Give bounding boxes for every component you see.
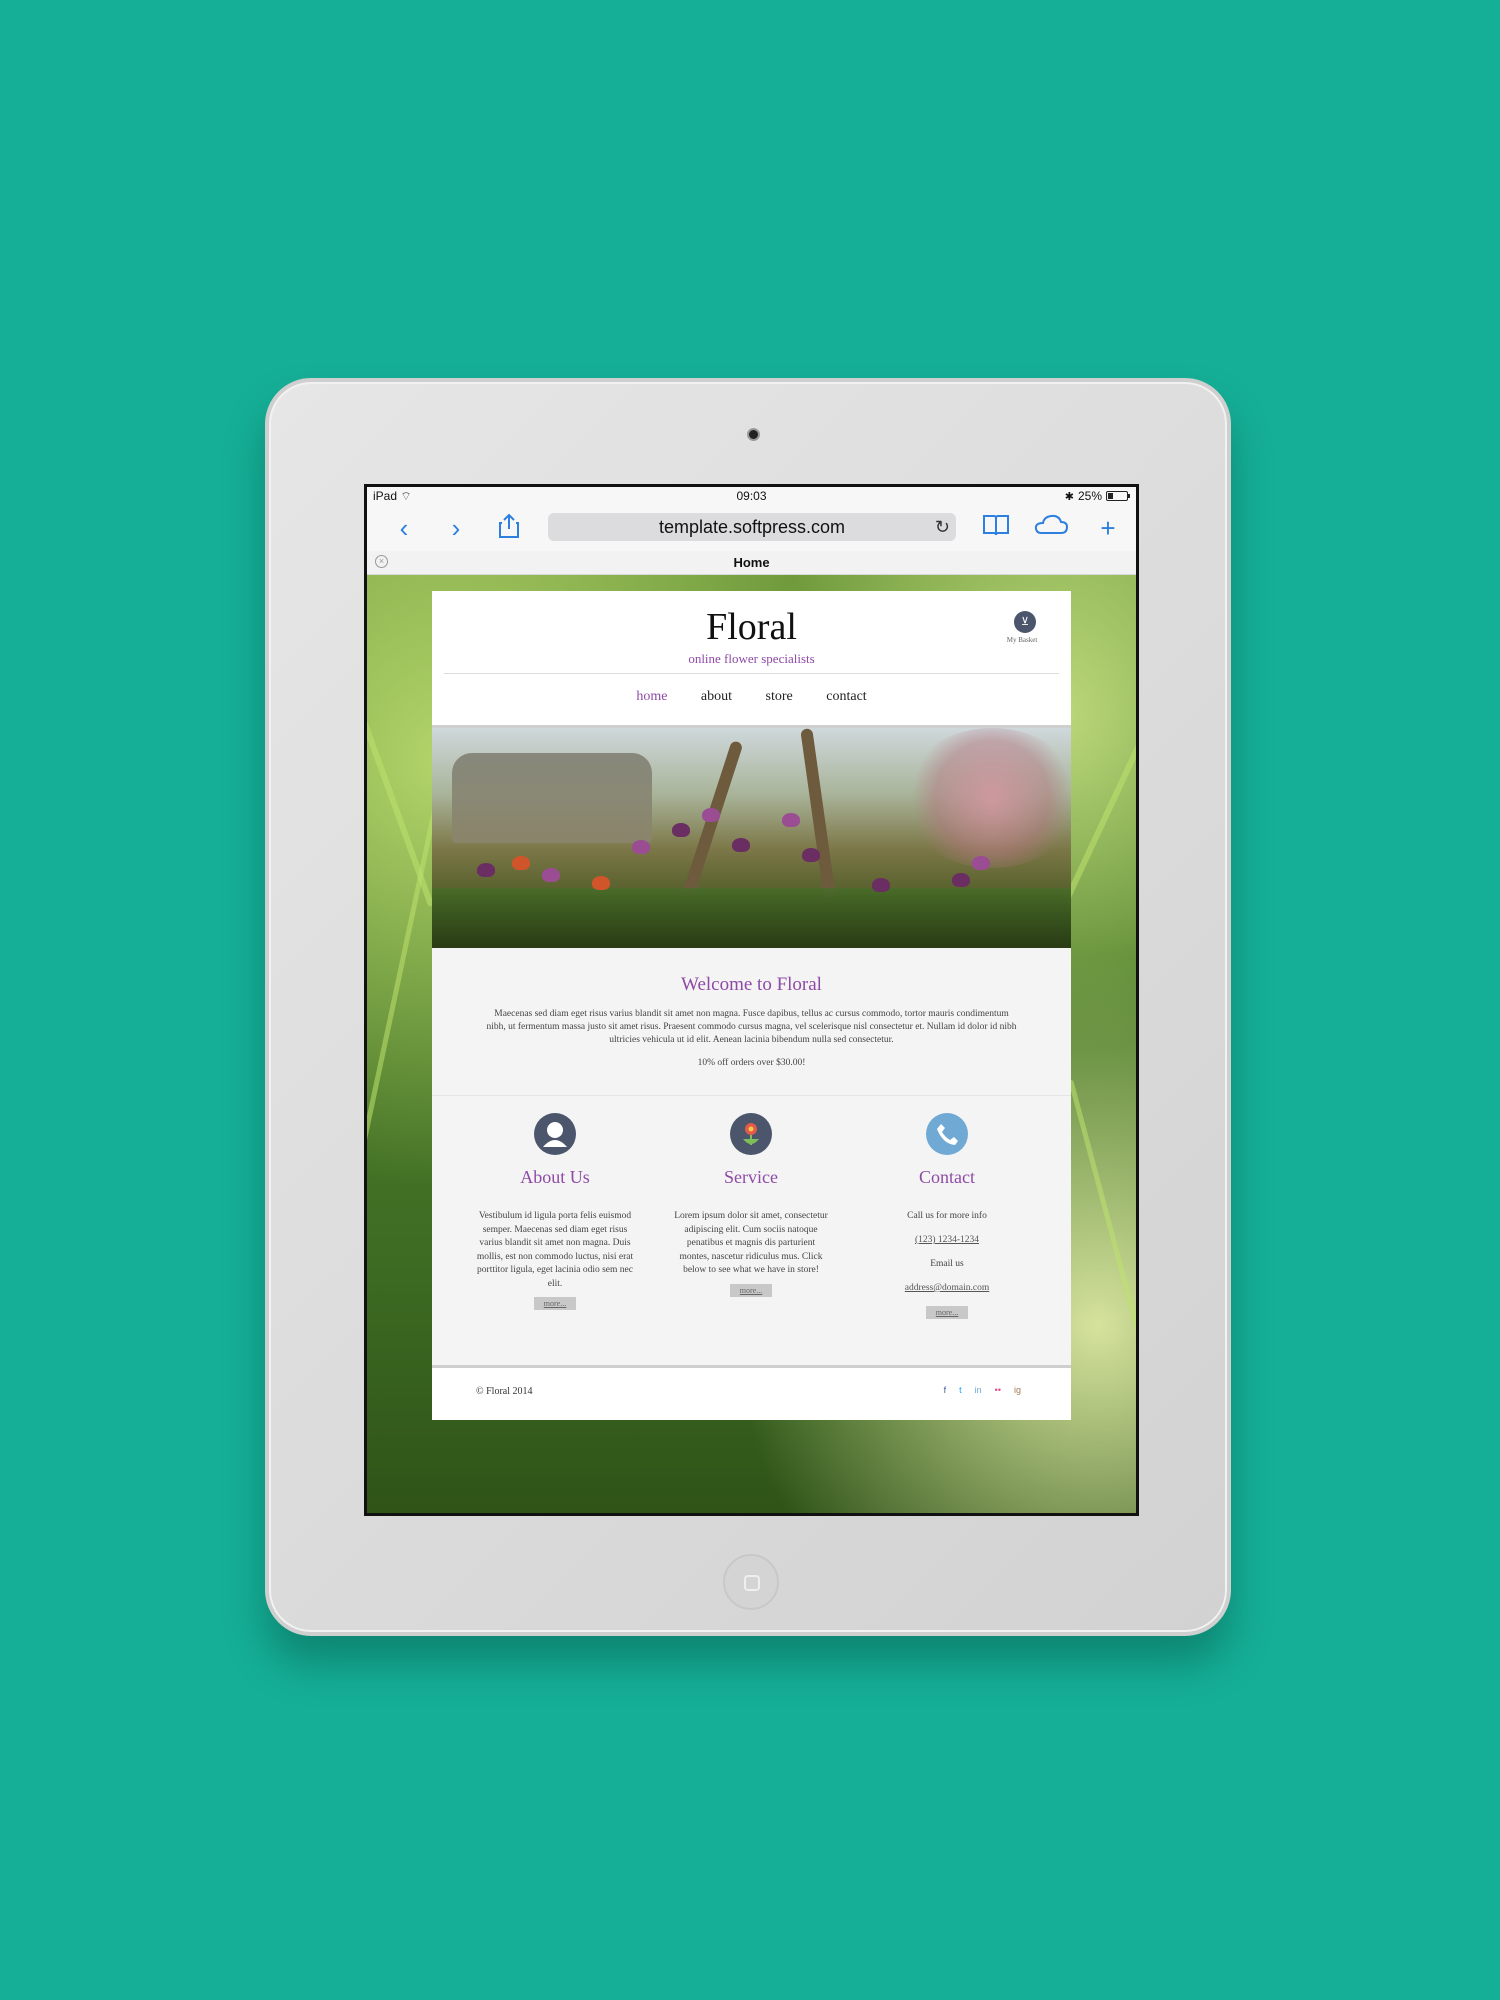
tab-bar: × Home — [367, 551, 1136, 575]
welcome-divider — [432, 1095, 1071, 1096]
ipad-screen: iPad ⌔ 09:03 ✱ 25% ‹ › template.softpres… — [364, 484, 1139, 1516]
home-button[interactable] — [723, 1554, 779, 1610]
battery-percent: 25% — [1077, 489, 1102, 503]
camera-icon — [747, 428, 760, 441]
status-bar: iPad ⌔ 09:03 ✱ 25% — [367, 487, 1136, 505]
hero-image-flower — [477, 863, 495, 877]
new-tab-icon[interactable]: + — [1093, 513, 1123, 543]
contact-email-text: Email us — [930, 1259, 964, 1269]
site-logo[interactable]: Floral — [432, 605, 1071, 649]
twitter-icon[interactable]: t — [959, 1385, 962, 1395]
clock: 09:03 — [736, 489, 767, 503]
welcome-title: Welcome to Floral — [681, 974, 822, 995]
contact-call-text: Call us for more info — [907, 1211, 987, 1221]
grass-blade — [1068, 1079, 1136, 1371]
contact-title: Contact — [919, 1167, 975, 1187]
home-square-icon — [744, 1575, 760, 1591]
battery-icon — [1106, 491, 1130, 501]
hero-image-flower — [542, 868, 560, 882]
bookmarks-icon[interactable] — [981, 513, 1011, 543]
about-column: About Us Vestibulum id ligula porta feli… — [475, 1113, 635, 1311]
service-column: Service Lorem ipsum dolor sit amet, cons… — [671, 1113, 831, 1298]
icloud-tabs-icon[interactable] — [1033, 513, 1069, 543]
hero-image-flower — [512, 856, 530, 870]
promo-text: 10% off orders over $30.00! — [697, 1058, 806, 1068]
welcome-section: Welcome to Floral Maecenas sed diam eget… — [432, 948, 1071, 1096]
main-nav: home about store contact — [432, 689, 1071, 705]
phone-icon — [926, 1113, 968, 1155]
hero-image-flower — [952, 873, 970, 887]
copyright-text: © Floral 2014 — [476, 1386, 533, 1397]
safari-toolbar: ‹ › template.softpress.com ↻ + — [367, 505, 1136, 551]
hero-image-house — [452, 753, 652, 843]
nav-item-home[interactable]: home — [636, 689, 667, 704]
basket-label: My Basket — [1006, 636, 1038, 644]
contact-phone-link[interactable]: (123) 1234-1234 — [867, 1228, 1027, 1252]
hero-image-flower — [732, 838, 750, 852]
hero-image-flower — [672, 823, 690, 837]
social-links: f t in •• ig — [944, 1385, 1021, 1395]
tab-title[interactable]: Home — [367, 555, 1136, 570]
bluetooth-icon: ✱ — [1064, 490, 1074, 503]
status-right: ✱ 25% — [1064, 489, 1130, 503]
hero-image-pole — [800, 728, 836, 899]
hero-image-flower — [972, 856, 990, 870]
hero-image-flower — [702, 808, 720, 822]
facebook-icon[interactable]: f — [944, 1385, 947, 1395]
nav-item-store[interactable]: store — [766, 689, 793, 704]
site-tagline: online flower specialists — [688, 651, 815, 666]
webpage-viewport: Floral online flower specialists ⊻ My Ba… — [367, 575, 1136, 1513]
service-title: Service — [724, 1167, 778, 1187]
welcome-text: Maecenas sed diam eget risus varius blan… — [486, 1009, 1017, 1045]
forward-icon[interactable]: › — [441, 513, 471, 543]
contact-email-link[interactable]: address@domain.com — [867, 1276, 1027, 1300]
share-icon[interactable] — [494, 513, 524, 543]
service-more-button[interactable]: more... — [729, 1283, 773, 1297]
site-container: Floral online flower specialists ⊻ My Ba… — [432, 591, 1071, 1420]
hero-image — [432, 728, 1071, 948]
site-footer: © Floral 2014 f t in •• ig — [432, 1368, 1071, 1420]
instagram-icon[interactable]: ig — [1014, 1385, 1021, 1395]
person-icon — [534, 1113, 576, 1155]
hero-image-flower — [632, 840, 650, 854]
hero-image-flower — [802, 848, 820, 862]
flickr-icon[interactable]: •• — [995, 1385, 1001, 1395]
contact-more-button[interactable]: more... — [925, 1306, 969, 1319]
url-bar[interactable]: template.softpress.com ↻ — [548, 513, 956, 541]
url-text: template.softpress.com — [658, 517, 846, 537]
hero-image-flower — [592, 876, 610, 890]
basket-icon: ⊻ — [1014, 611, 1036, 633]
hero-image-blossom — [902, 728, 1071, 868]
contact-column: Contact Call us for more info (123) 1234… — [867, 1113, 1027, 1320]
hero-image-flower — [782, 813, 800, 827]
site-header: Floral online flower specialists ⊻ My Ba… — [432, 591, 1071, 725]
about-text: Vestibulum id ligula porta felis euismod… — [476, 1211, 634, 1289]
reload-icon[interactable]: ↻ — [935, 513, 950, 541]
linkedin-icon[interactable]: in — [975, 1385, 982, 1395]
header-divider — [444, 673, 1059, 674]
nav-item-contact[interactable]: contact — [826, 689, 866, 704]
nav-item-about[interactable]: about — [701, 689, 732, 704]
about-title: About Us — [520, 1167, 590, 1187]
flower-icon — [730, 1113, 772, 1155]
hero-image-ground — [432, 888, 1071, 948]
basket-button[interactable]: ⊻ My Basket — [1007, 611, 1041, 644]
hero-image-flower — [872, 878, 890, 892]
service-text: Lorem ipsum dolor sit amet, consectetur … — [674, 1211, 828, 1275]
back-icon[interactable]: ‹ — [389, 513, 419, 543]
about-more-button[interactable]: more... — [533, 1297, 577, 1310]
